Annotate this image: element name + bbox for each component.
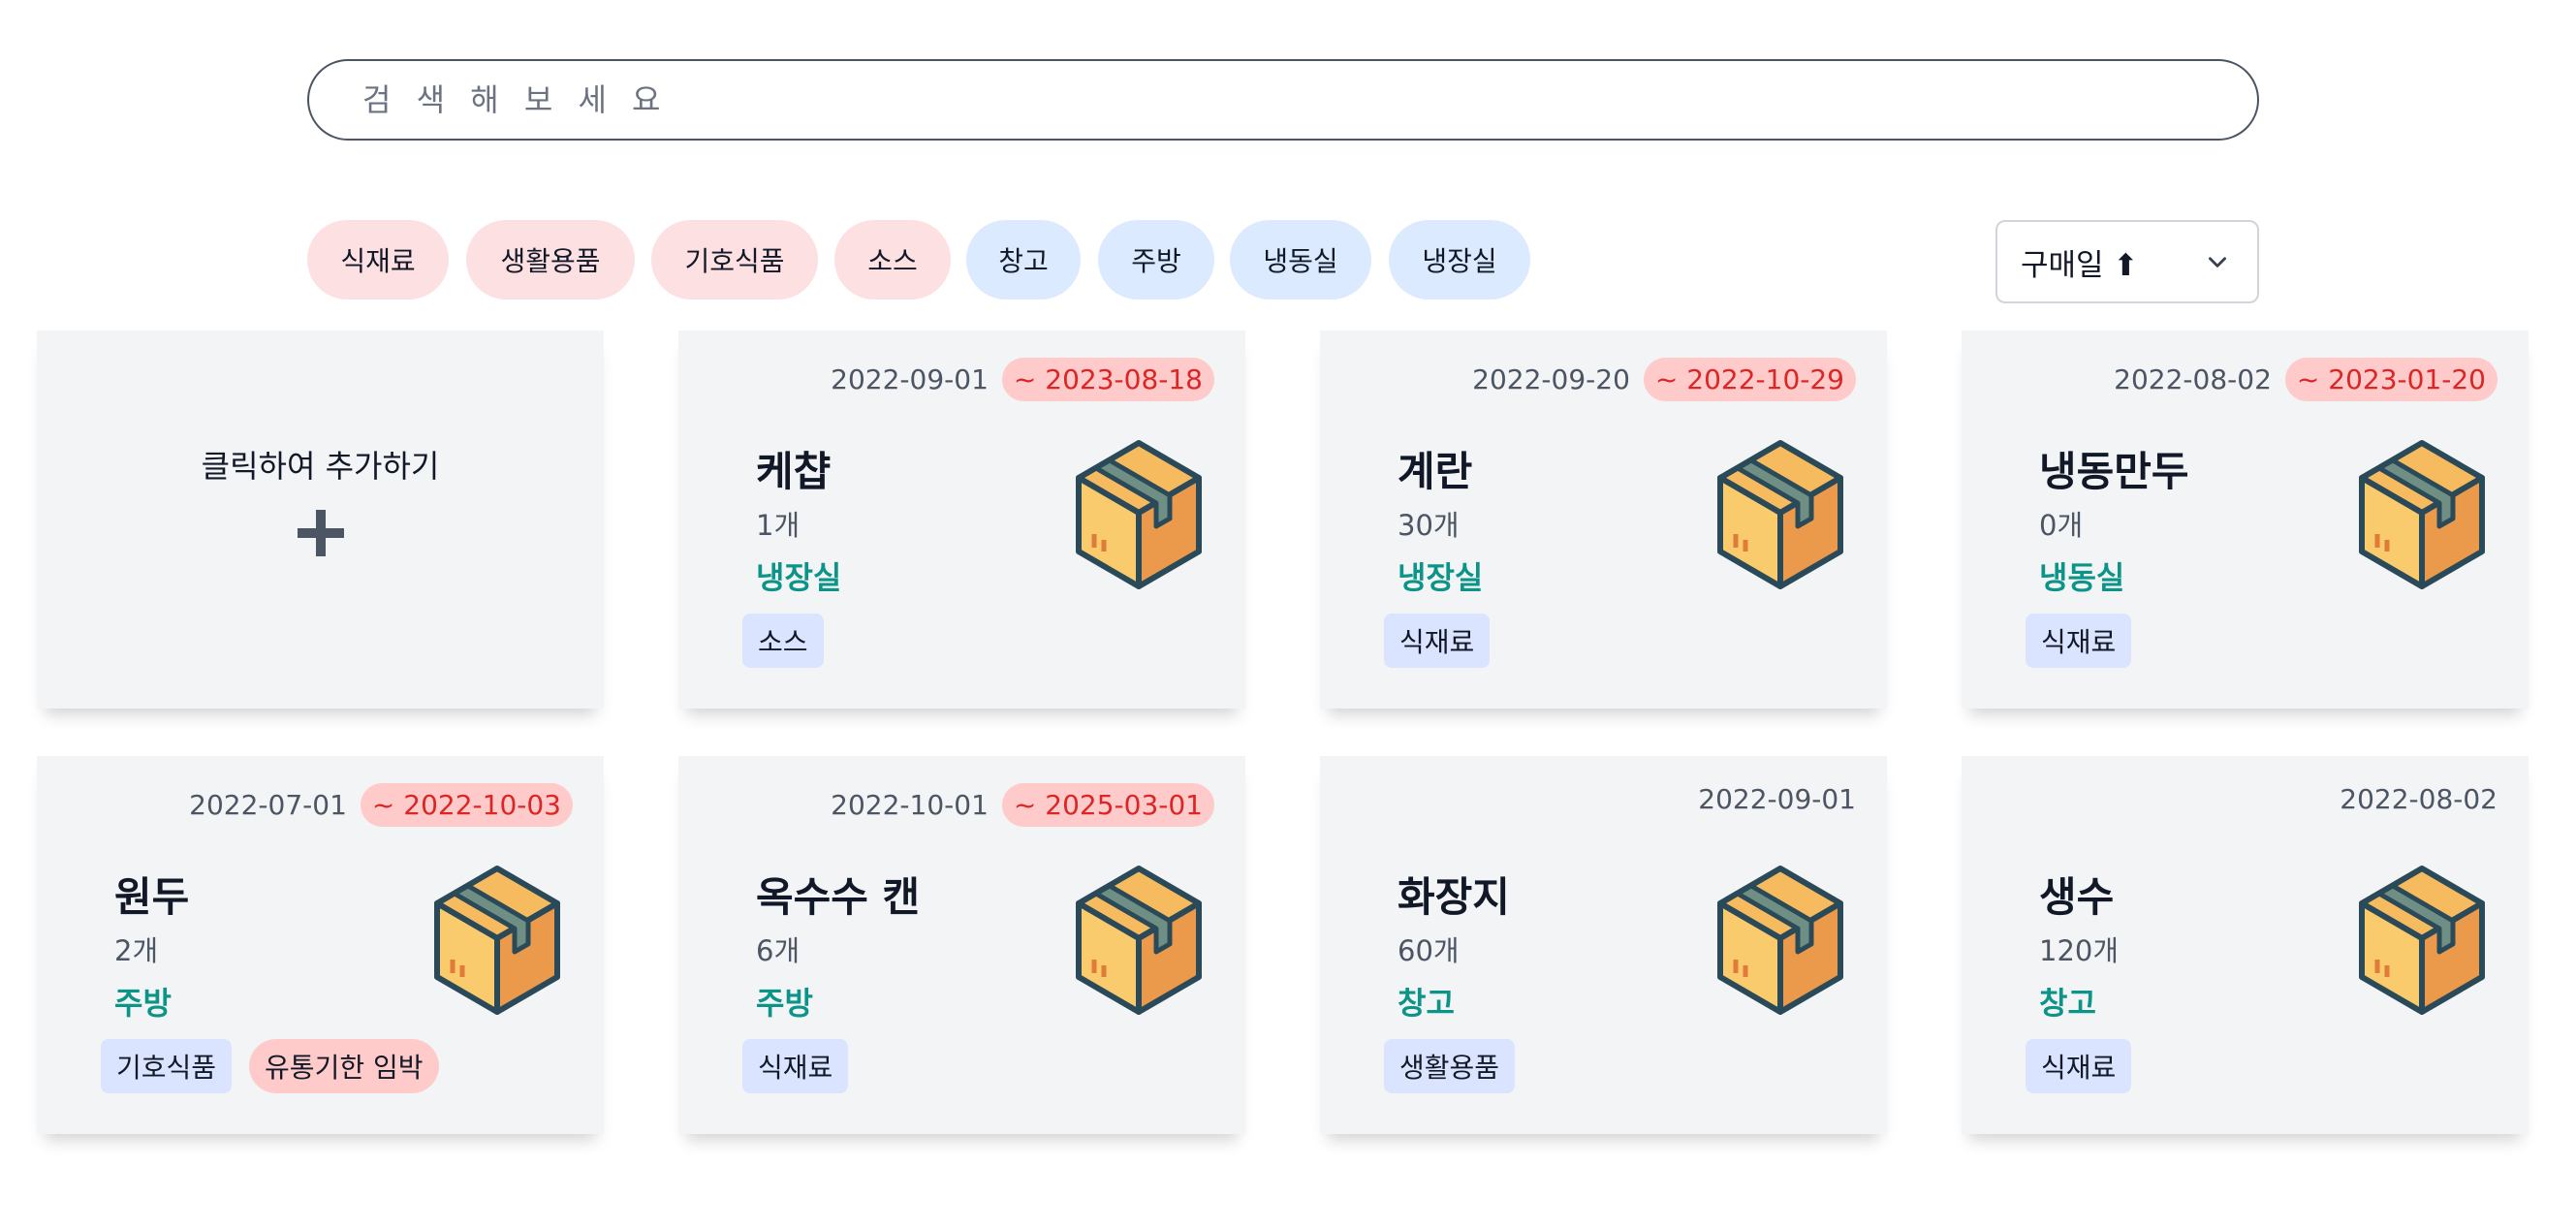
search-bar[interactable] (307, 59, 2259, 141)
category-tag: 식재료 (2026, 1039, 2132, 1093)
box-icon (1717, 866, 1843, 1015)
filter-chip-location[interactable]: 냉동실 (1230, 220, 1371, 299)
expiry-badge: ~ 2023-08-18 (1001, 358, 1214, 401)
item-name: 옥수수 캔 (756, 873, 921, 921)
card-dates: 2022-09-01 (1698, 783, 1856, 815)
search-input[interactable] (362, 61, 2257, 139)
item-location: 주방 (756, 985, 813, 1022)
item-name: 화장지 (1398, 873, 1510, 921)
item-quantity: 2개 (114, 934, 159, 967)
item-location: 주방 (114, 985, 172, 1022)
filter-chip-category[interactable]: 소스 (834, 220, 951, 299)
purchase-date: 2022-10-01 (831, 789, 989, 821)
filter-chip-category[interactable]: 기호식품 (651, 220, 818, 299)
item-card[interactable]: 2022-07-01 ~ 2022-10-03 원두 2개 주방 기호식품 유통… (37, 756, 604, 1134)
item-tags: 소스 (742, 614, 824, 668)
item-quantity: 30개 (1398, 509, 1460, 542)
item-quantity: 6개 (756, 934, 801, 967)
category-tag: 기호식품 (101, 1039, 233, 1093)
card-dates: 2022-08-02 (2340, 783, 2497, 815)
item-tags: 식재료 (1384, 614, 1491, 668)
purchase-date: 2022-09-20 (1472, 363, 1630, 395)
item-name: 냉동만두 (2039, 448, 2189, 495)
filter-chip-category[interactable]: 생활용품 (466, 220, 635, 299)
item-location: 창고 (2039, 985, 2096, 1022)
item-tags: 생활용품 (1384, 1039, 1516, 1093)
expiry-badge: ~ 2025-03-01 (1001, 783, 1214, 827)
item-quantity: 60개 (1398, 934, 1460, 967)
item-location: 냉장실 (756, 559, 842, 596)
expiry-alert-tag: 유통기한 임박 (249, 1039, 439, 1093)
box-icon (2359, 440, 2485, 589)
item-quantity: 0개 (2039, 509, 2084, 542)
chevron-down-icon (2209, 257, 2226, 268)
item-tags: 식재료 (2026, 614, 2132, 668)
item-name: 생수 (2039, 873, 2115, 921)
card-dates: 2022-07-01 ~ 2022-10-03 (189, 783, 573, 827)
item-tags: 기호식품 유통기한 임박 (101, 1039, 439, 1093)
plus-icon (297, 510, 344, 556)
item-location: 창고 (1398, 985, 1455, 1022)
card-dates: 2022-09-20 ~ 2022-10-29 (1472, 358, 1856, 401)
category-tag: 식재료 (742, 1039, 849, 1093)
card-dates: 2022-08-02 ~ 2023-01-20 (2114, 358, 2497, 401)
filter-chip-category[interactable]: 식재료 (307, 220, 449, 299)
purchase-date: 2022-09-01 (831, 363, 989, 395)
item-card[interactable]: 2022-08-02 ~ 2023-01-20 냉동만두 0개 냉동실 식재료 (1962, 331, 2529, 709)
item-quantity: 1개 (756, 509, 801, 542)
expiry-badge: ~ 2022-10-03 (360, 783, 573, 827)
card-dates: 2022-10-01 ~ 2025-03-01 (831, 783, 1214, 827)
item-name: 케챱 (756, 448, 832, 495)
expiry-badge: ~ 2023-01-20 (2284, 358, 2497, 401)
sort-select[interactable]: 구매일 ⬆ (1995, 220, 2259, 303)
add-item-card[interactable]: 클릭하여 추가하기 (37, 331, 604, 709)
item-card[interactable]: 2022-09-01 화장지 60개 창고 생활용품 (1320, 756, 1887, 1134)
purchase-date: 2022-09-01 (1698, 783, 1856, 815)
item-tags: 식재료 (742, 1039, 849, 1093)
add-item-label: 클릭하여 추가하기 (201, 448, 440, 485)
item-quantity: 120개 (2039, 934, 2120, 967)
item-name: 계란 (1398, 448, 1473, 495)
box-icon (1076, 866, 1202, 1015)
filter-chip-location[interactable]: 창고 (966, 220, 1081, 299)
box-icon (2359, 866, 2485, 1015)
item-tags: 식재료 (2026, 1039, 2132, 1093)
category-tag: 식재료 (1384, 614, 1491, 668)
filter-chip-location[interactable]: 냉장실 (1389, 220, 1530, 299)
item-card[interactable]: 2022-08-02 생수 120개 창고 식재료 (1962, 756, 2529, 1134)
purchase-date: 2022-07-01 (189, 789, 347, 821)
box-icon (434, 866, 560, 1015)
category-tag: 식재료 (2026, 614, 2132, 668)
box-icon (1076, 440, 1202, 589)
item-card[interactable]: 2022-10-01 ~ 2025-03-01 옥수수 캔 6개 주방 식재료 (678, 756, 1245, 1134)
category-tag: 생활용품 (1384, 1039, 1516, 1093)
item-location: 냉장실 (1398, 559, 1484, 596)
purchase-date: 2022-08-02 (2340, 783, 2497, 815)
item-card[interactable]: 2022-09-20 ~ 2022-10-29 계란 30개 냉장실 식재료 (1320, 331, 1887, 709)
category-tag: 소스 (742, 614, 824, 668)
filter-chip-location[interactable]: 주방 (1098, 220, 1214, 299)
expiry-badge: ~ 2022-10-29 (1643, 358, 1856, 401)
item-location: 냉동실 (2039, 559, 2125, 596)
sort-label: 구매일 ⬆ (2021, 247, 2139, 283)
box-icon (1717, 440, 1843, 589)
purchase-date: 2022-08-02 (2114, 363, 2272, 395)
item-name: 원두 (114, 873, 190, 921)
item-card[interactable]: 2022-09-01 ~ 2023-08-18 케챱 1개 냉장실 소스 (678, 331, 1245, 709)
card-dates: 2022-09-01 ~ 2023-08-18 (831, 358, 1214, 401)
